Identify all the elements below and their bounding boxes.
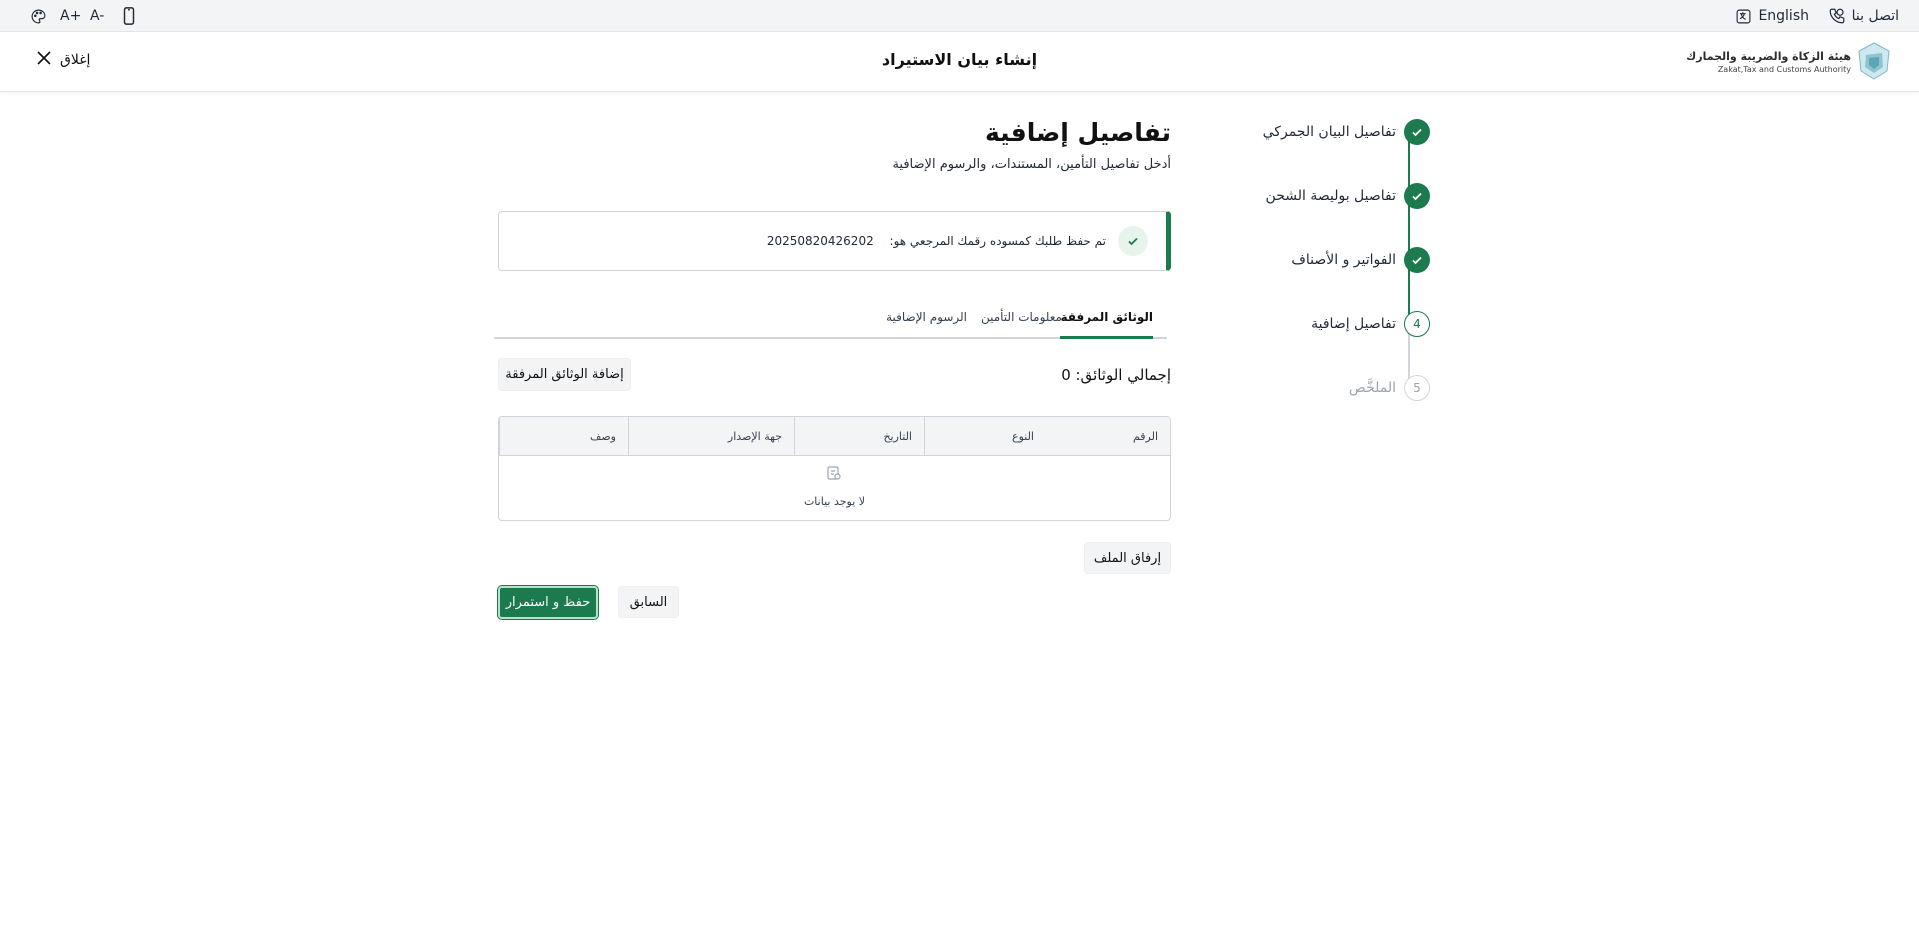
step-number: 4: [1404, 311, 1430, 337]
step-label: الملخَّص: [1348, 380, 1396, 396]
check-icon: [1404, 247, 1430, 273]
table-header: الرقم النوع التاريخ جهة الإصدار وصف: [499, 417, 1170, 456]
documents-table: الرقم النوع التاريخ جهة الإصدار وصف لا ي…: [498, 416, 1171, 521]
page-header: إغلاق إنشاء بيان الاستيراد هيئة الزكاة و…: [0, 32, 1919, 92]
step-label: تفاصيل إضافية: [1311, 316, 1396, 332]
logo-english-text: Zakat,Tax and Customs Authority: [1717, 65, 1851, 74]
step-label: الفواتير و الأصناف: [1291, 252, 1396, 268]
empty-data-text: لا يوجد بيانات: [803, 495, 866, 508]
main-content: تفاصيل إضافية أدخل تفاصيل التأمين، المست…: [494, 118, 1171, 620]
step-bill-of-lading[interactable]: تفاصيل بوليصة الشحن: [1266, 182, 1430, 210]
mobile-icon: [122, 7, 136, 25]
contact-us-label: اتصل بنا: [1851, 8, 1899, 24]
contact-us-link[interactable]: اتصل بنا: [1828, 0, 1899, 32]
step-customs-declaration[interactable]: تفاصيل البيان الجمركي: [1263, 118, 1430, 146]
reference-number: 20250820426202: [766, 234, 874, 248]
progress-stepper: تفاصيل البيان الجمركي تفاصيل بوليصة الشح…: [1260, 118, 1430, 418]
success-check-icon: [1118, 226, 1148, 256]
phone-icon: [1828, 7, 1846, 25]
column-type[interactable]: النوع: [924, 417, 1046, 456]
previous-button[interactable]: السابق: [618, 586, 679, 618]
alert-message: تم حفظ طلبك كمسوده رقمك المرجعي هو:: [889, 234, 1106, 248]
top-utility-bar: اتصل بنا English A- A+: [0, 0, 1919, 32]
tab-additional-fees[interactable]: الرسوم الإضافية: [886, 310, 967, 324]
mobile-view-button[interactable]: [122, 0, 136, 32]
font-increase-button[interactable]: A+: [60, 0, 81, 32]
logo-arabic-text: هيئة الزكاة والضريبة والجمارك: [1686, 50, 1851, 63]
attach-file-button[interactable]: إرفاق الملف: [1084, 542, 1171, 574]
add-documents-button[interactable]: إضافة الوثائق المرفقة: [498, 358, 631, 391]
tab-attached-documents[interactable]: الوثائق المرفقة: [1060, 310, 1153, 339]
section-title: تفاصيل إضافية: [985, 118, 1171, 147]
details-tabs: الوثائق المرفقة معلومات التأمين الرسوم ا…: [494, 304, 1167, 339]
stepper-line-completed: [1408, 134, 1410, 326]
column-description[interactable]: وصف: [499, 417, 628, 456]
step-label: تفاصيل بوليصة الشحن: [1265, 188, 1396, 204]
column-number[interactable]: الرقم: [1045, 417, 1170, 456]
step-summary: الملخَّص 5: [1349, 374, 1430, 402]
column-date[interactable]: التاريخ: [794, 417, 924, 456]
empty-data-icon: [826, 465, 842, 485]
step-invoices-items[interactable]: الفواتير و الأصناف: [1291, 246, 1430, 274]
documents-total: إجمالي الوثائق: 0: [1061, 366, 1171, 384]
logo-emblem-icon: [1857, 41, 1891, 85]
step-additional-details[interactable]: تفاصيل إضافية 4: [1311, 310, 1430, 338]
font-decrease-button[interactable]: A-: [90, 0, 104, 32]
language-switch[interactable]: English: [1735, 0, 1809, 32]
section-subtitle: أدخل تفاصيل التأمين، المستندات، والرسوم …: [892, 157, 1171, 172]
column-issuer[interactable]: جهة الإصدار: [628, 417, 794, 456]
draft-saved-alert: تم حفظ طلبك كمسوده رقمك المرجعي هو: 2025…: [498, 211, 1171, 271]
language-label: English: [1758, 8, 1809, 24]
step-label: تفاصيل البيان الجمركي: [1262, 124, 1396, 140]
translate-icon: [1735, 8, 1752, 25]
page-title: إنشاء بيان الاستيراد: [881, 50, 1038, 69]
palette-icon: [30, 8, 47, 25]
check-icon: [1404, 183, 1430, 209]
step-number: 5: [1404, 375, 1430, 401]
palette-button[interactable]: [30, 0, 47, 32]
authority-logo[interactable]: هيئة الزكاة والضريبة والجمارك Zakat,Tax …: [1686, 41, 1891, 85]
tab-insurance-info[interactable]: معلومات التأمين: [981, 310, 1062, 324]
save-continue-button[interactable]: حفظ و استمرار: [497, 585, 599, 620]
check-icon: [1404, 119, 1430, 145]
